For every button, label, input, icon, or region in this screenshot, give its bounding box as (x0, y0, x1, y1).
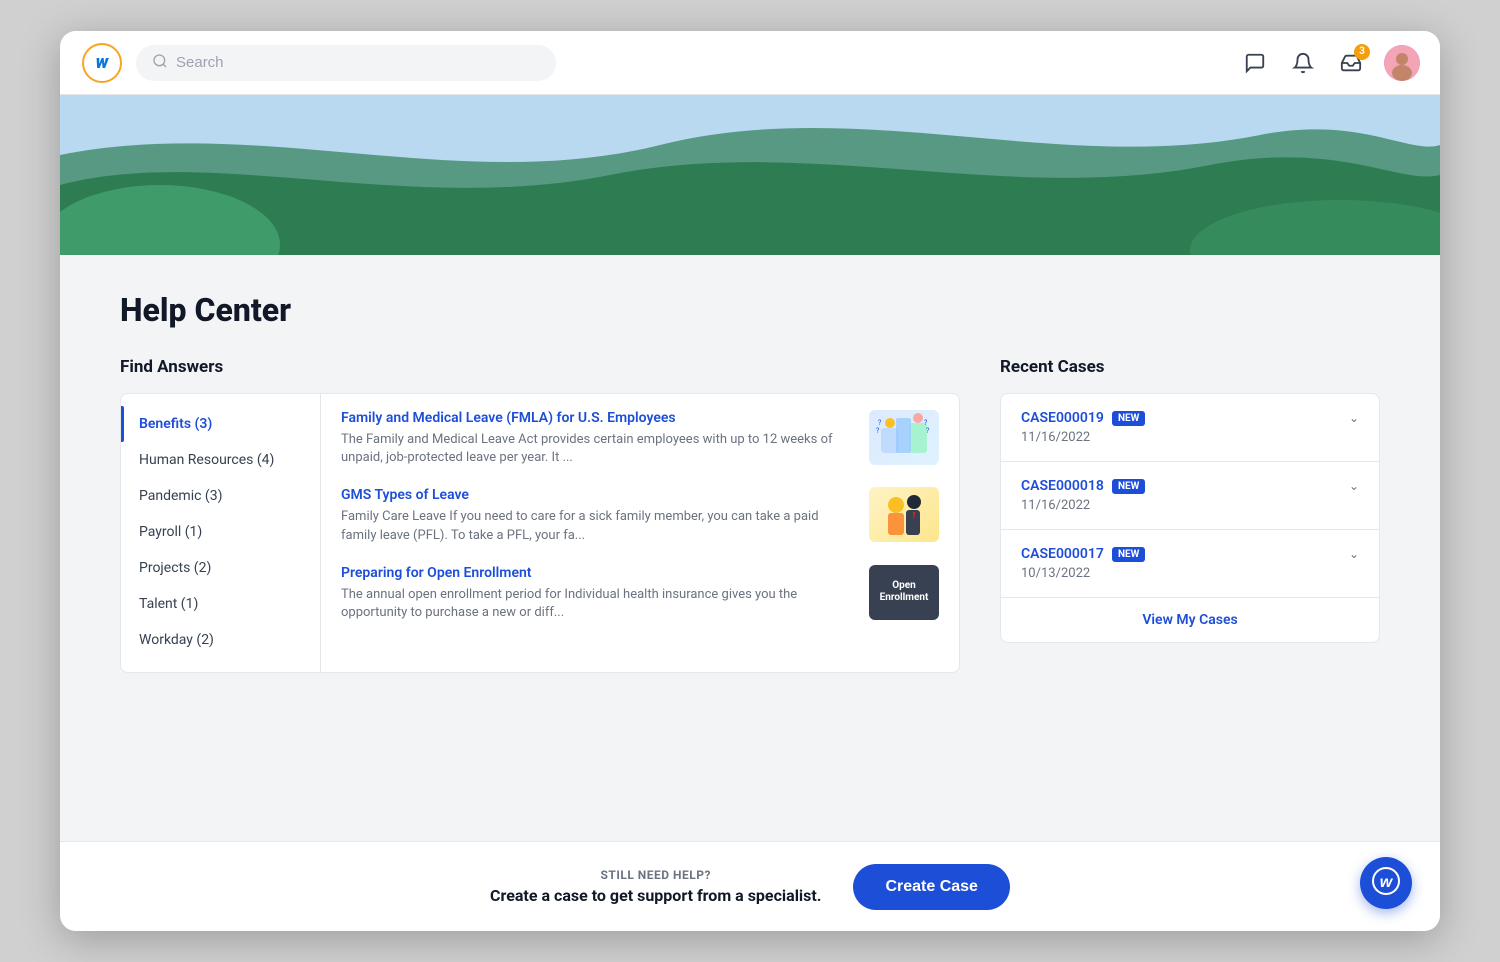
bottom-bar-text: STILL NEED HELP? Create a case to get su… (490, 868, 821, 905)
article-item-fmla: Family and Medical Leave (FMLA) for U.S.… (341, 410, 939, 467)
category-list: Benefits (3) Human Resources (4) Pandemi… (121, 394, 321, 672)
article-item-gms: GMS Types of Leave Family Care Leave If … (341, 487, 939, 544)
category-item-talent[interactable]: Talent (1) (121, 586, 320, 622)
hero-illustration (60, 95, 1440, 255)
find-answers-title: Find Answers (120, 357, 960, 377)
still-need-help-label: STILL NEED HELP? (490, 868, 821, 882)
search-icon (152, 53, 168, 73)
article-text-gms: GMS Types of Leave Family Care Leave If … (341, 487, 853, 544)
case-header-17: CASE000017 NEW ⌄ (1021, 546, 1359, 562)
page-title: Help Center (120, 291, 1380, 329)
app-window: w (60, 31, 1440, 931)
article-desc-fmla: The Family and Medical Leave Act provide… (341, 431, 853, 467)
workday-logo: w (82, 43, 122, 83)
svg-text:w: w (1380, 874, 1394, 891)
logo[interactable]: w (80, 41, 124, 85)
nav-right: 3 (1240, 45, 1420, 81)
case-header-left-18: CASE000018 NEW (1021, 478, 1145, 494)
category-item-hr[interactable]: Human Resources (4) (121, 442, 320, 478)
case-item-17[interactable]: CASE000017 NEW ⌄ 10/13/2022 (1001, 530, 1379, 597)
article-title-enrollment[interactable]: Preparing for Open Enrollment (341, 565, 853, 581)
notifications-icon[interactable] (1288, 48, 1318, 78)
svg-text:?: ? (924, 419, 928, 427)
category-item-benefits[interactable]: Benefits (3) (121, 406, 320, 442)
case-header-19: CASE000019 NEW ⌄ (1021, 410, 1359, 426)
new-badge-17: NEW (1112, 547, 1145, 562)
hero-banner (60, 95, 1440, 255)
new-badge-19: NEW (1112, 411, 1145, 426)
svg-text:?: ? (926, 427, 930, 435)
search-input[interactable] (176, 54, 540, 71)
find-answers-section: Find Answers Benefits (3) Human Resource… (120, 357, 960, 673)
article-thumb-enrollment: OpenEnrollment (869, 565, 939, 620)
article-title-fmla[interactable]: Family and Medical Leave (FMLA) for U.S.… (341, 410, 853, 426)
articles-list: Family and Medical Leave (FMLA) for U.S.… (321, 394, 959, 672)
search-bar[interactable] (136, 45, 556, 81)
floating-widget-button[interactable]: w (1360, 857, 1412, 909)
find-answers-box: Benefits (3) Human Resources (4) Pandemi… (120, 393, 960, 673)
category-item-workday[interactable]: Workday (2) (121, 622, 320, 658)
topnav: w (60, 31, 1440, 95)
avatar-image (1384, 45, 1420, 81)
content-grid: Find Answers Benefits (3) Human Resource… (120, 357, 1380, 673)
chevron-icon-19: ⌄ (1349, 411, 1359, 425)
chat-icon[interactable] (1240, 48, 1270, 78)
main-content: Help Center Find Answers Benefits (3) Hu… (60, 255, 1440, 841)
case-item-18[interactable]: CASE000018 NEW ⌄ 11/16/2022 (1001, 462, 1379, 530)
case-date-19: 11/16/2022 (1021, 430, 1359, 445)
create-case-button[interactable]: Create Case (853, 864, 1010, 910)
article-thumb-fmla: ? ? ? ? (869, 410, 939, 465)
recent-cases-section: Recent Cases CASE000019 NEW ⌄ 11/16/2022 (1000, 357, 1380, 673)
case-date-17: 10/13/2022 (1021, 566, 1359, 581)
category-item-projects[interactable]: Projects (2) (121, 550, 320, 586)
case-number-17[interactable]: CASE000017 (1021, 546, 1104, 562)
article-thumb-gms (869, 487, 939, 542)
floating-widget-icon: w (1372, 867, 1400, 900)
view-my-cases-link[interactable]: View My Cases (1001, 597, 1379, 642)
category-item-pandemic[interactable]: Pandemic (3) (121, 478, 320, 514)
chevron-icon-18: ⌄ (1349, 479, 1359, 493)
article-text-enrollment: Preparing for Open Enrollment The annual… (341, 565, 853, 622)
case-header-18: CASE000018 NEW ⌄ (1021, 478, 1359, 494)
new-badge-18: NEW (1112, 479, 1145, 494)
case-header-left-17: CASE000017 NEW (1021, 546, 1145, 562)
enrollment-thumb-text: OpenEnrollment (869, 565, 939, 620)
case-item-19[interactable]: CASE000019 NEW ⌄ 11/16/2022 (1001, 394, 1379, 462)
chevron-icon-17: ⌄ (1349, 547, 1359, 561)
case-header-left-19: CASE000019 NEW (1021, 410, 1145, 426)
svg-text:?: ? (878, 419, 882, 427)
case-number-19[interactable]: CASE000019 (1021, 410, 1104, 426)
article-title-gms[interactable]: GMS Types of Leave (341, 487, 853, 503)
svg-text:?: ? (876, 427, 880, 435)
bottom-description: Create a case to get support from a spec… (490, 886, 821, 905)
recent-cases-title: Recent Cases (1000, 357, 1380, 377)
avatar[interactable] (1384, 45, 1420, 81)
article-desc-gms: Family Care Leave If you need to care fo… (341, 508, 853, 544)
bottom-bar: STILL NEED HELP? Create a case to get su… (60, 841, 1440, 931)
article-text-fmla: Family and Medical Leave (FMLA) for U.S.… (341, 410, 853, 467)
category-item-payroll[interactable]: Payroll (1) (121, 514, 320, 550)
article-item-enrollment: Preparing for Open Enrollment The annual… (341, 565, 939, 622)
case-date-18: 11/16/2022 (1021, 498, 1359, 513)
badge-count: 3 (1354, 44, 1370, 60)
case-number-18[interactable]: CASE000018 (1021, 478, 1104, 494)
inbox-icon[interactable]: 3 (1336, 48, 1366, 78)
cases-box: CASE000019 NEW ⌄ 11/16/2022 CASE000018 (1000, 393, 1380, 643)
article-desc-enrollment: The annual open enrollment period for In… (341, 586, 853, 622)
